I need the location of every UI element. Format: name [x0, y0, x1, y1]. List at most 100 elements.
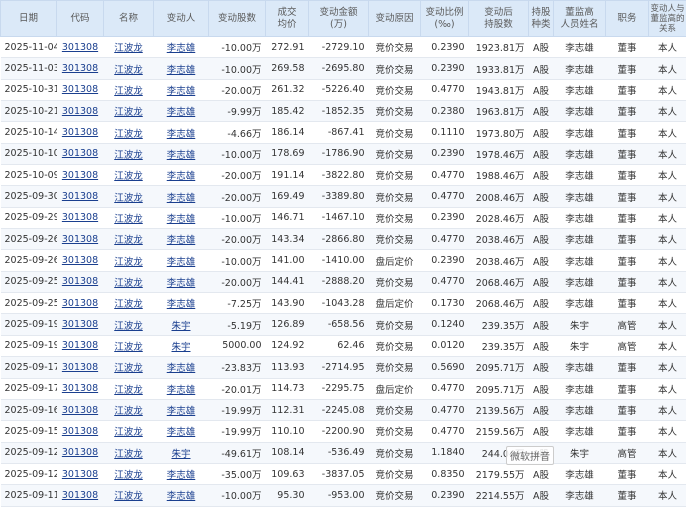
- person-link[interactable]: 朱宇: [171, 321, 190, 332]
- col-header-reason[interactable]: 变动原因: [369, 1, 421, 37]
- stock-code-link[interactable]: 301308: [62, 212, 98, 223]
- col-header-position[interactable]: 职务: [606, 1, 649, 37]
- person-link[interactable]: 朱宇: [171, 449, 190, 460]
- person-link[interactable]: 李志雄: [167, 470, 196, 481]
- price-cell: 141.00: [266, 250, 309, 271]
- stock-name-link[interactable]: 江波龙: [114, 65, 143, 76]
- col-header-date[interactable]: 日期: [1, 1, 57, 37]
- stock-code-link[interactable]: 301308: [62, 106, 98, 117]
- stock-code-link[interactable]: 301308: [62, 298, 98, 309]
- person-cell: 李志雄: [154, 421, 209, 442]
- person-link[interactable]: 李志雄: [167, 193, 196, 204]
- stock-code-link[interactable]: 301308: [62, 255, 98, 266]
- stock-code-link[interactable]: 301308: [62, 340, 98, 351]
- col-header-amount[interactable]: 变动金额 (万): [309, 1, 369, 37]
- stock-name-link[interactable]: 江波龙: [114, 171, 143, 182]
- person-link[interactable]: 李志雄: [167, 299, 196, 310]
- stock-code-link[interactable]: 301308: [62, 383, 98, 394]
- holding-cell: 2095.71万: [469, 378, 529, 399]
- person-link[interactable]: 李志雄: [167, 385, 196, 396]
- stock-code-link[interactable]: 301308: [62, 127, 98, 138]
- person-link[interactable]: 李志雄: [167, 278, 196, 289]
- person-link[interactable]: 李志雄: [167, 171, 196, 182]
- stock-code-link[interactable]: 301308: [62, 63, 98, 74]
- stock-code-link[interactable]: 301308: [62, 84, 98, 95]
- person-link[interactable]: 李志雄: [167, 65, 196, 76]
- person-link[interactable]: 李志雄: [167, 427, 196, 438]
- relation-cell: 本人: [649, 37, 686, 58]
- stock-name-link[interactable]: 江波龙: [114, 491, 143, 502]
- date-cell: 2025-09-16: [1, 399, 57, 420]
- stock-code-link[interactable]: 301308: [62, 447, 98, 458]
- position-cell: 高管: [606, 314, 649, 335]
- stock-name-link[interactable]: 江波龙: [114, 385, 143, 396]
- stock-name-link[interactable]: 江波龙: [114, 299, 143, 310]
- person-link[interactable]: 李志雄: [167, 86, 196, 97]
- stock-code-link[interactable]: 301308: [62, 170, 98, 181]
- stock-name-link[interactable]: 江波龙: [114, 406, 143, 417]
- col-header-relation[interactable]: 变动人与 董监高的 关系: [649, 1, 686, 37]
- stock-name-link[interactable]: 江波龙: [114, 214, 143, 225]
- reason-cell: 竞价交易: [369, 207, 421, 228]
- stock-name-link[interactable]: 江波龙: [114, 470, 143, 481]
- stock-code-link[interactable]: 301308: [62, 426, 98, 437]
- col-header-ratio[interactable]: 变动比例 (‰): [421, 1, 469, 37]
- col-header-shares[interactable]: 变动股数: [209, 1, 266, 37]
- exec-cell: 李志雄: [554, 143, 606, 164]
- person-link[interactable]: 李志雄: [167, 43, 196, 54]
- stock-name-link[interactable]: 江波龙: [114, 321, 143, 332]
- stock-name-link[interactable]: 江波龙: [114, 257, 143, 268]
- stock-code-link[interactable]: 301308: [62, 234, 98, 245]
- exec-cell: 李志雄: [554, 186, 606, 207]
- person-cell: 李志雄: [154, 378, 209, 399]
- stock-code-link[interactable]: 301308: [62, 362, 98, 373]
- stock-code-link[interactable]: 301308: [62, 405, 98, 416]
- stock-name-link[interactable]: 江波龙: [114, 129, 143, 140]
- stock-code-link[interactable]: 301308: [62, 148, 98, 159]
- person-link[interactable]: 李志雄: [167, 235, 196, 246]
- exec-cell: 李志雄: [554, 271, 606, 292]
- person-link[interactable]: 李志雄: [167, 129, 196, 140]
- col-header-exec[interactable]: 董监高 人员姓名: [554, 1, 606, 37]
- shares-cell: -5.19万: [209, 314, 266, 335]
- person-link[interactable]: 李志雄: [167, 214, 196, 225]
- stock-name-link[interactable]: 江波龙: [114, 278, 143, 289]
- stock-name-link[interactable]: 江波龙: [114, 193, 143, 204]
- stock-code-link[interactable]: 301308: [62, 490, 98, 501]
- col-header-holding[interactable]: 变动后 持股数: [469, 1, 529, 37]
- stock-code-link[interactable]: 301308: [62, 469, 98, 480]
- stock-name-link[interactable]: 江波龙: [114, 449, 143, 460]
- col-header-name[interactable]: 名称: [104, 1, 154, 37]
- person-cell: 李志雄: [154, 229, 209, 250]
- exec-cell: 朱宇: [554, 442, 606, 463]
- col-header-price[interactable]: 成交 均价: [266, 1, 309, 37]
- person-link[interactable]: 李志雄: [167, 406, 196, 417]
- stock-code-link[interactable]: 301308: [62, 276, 98, 287]
- col-header-code[interactable]: 代码: [57, 1, 104, 37]
- person-link[interactable]: 李志雄: [167, 150, 196, 161]
- col-header-type[interactable]: 持股 种类: [529, 1, 554, 37]
- stock-name-link[interactable]: 江波龙: [114, 235, 143, 246]
- stock-name-link[interactable]: 江波龙: [114, 86, 143, 97]
- reason-cell: 竞价交易: [369, 271, 421, 292]
- stock-code-link[interactable]: 301308: [62, 319, 98, 330]
- person-link[interactable]: 李志雄: [167, 491, 196, 502]
- table-row: 2025-09-25301308江波龙李志雄-20.00万144.41-2888…: [1, 271, 686, 292]
- person-link[interactable]: 李志雄: [167, 257, 196, 268]
- stock-code-cell: 301308: [57, 335, 104, 356]
- position-cell: 董事: [606, 207, 649, 228]
- shares-cell: -9.99万: [209, 101, 266, 122]
- col-header-person[interactable]: 变动人: [154, 1, 209, 37]
- person-link[interactable]: 李志雄: [167, 107, 196, 118]
- stock-name-link[interactable]: 江波龙: [114, 363, 143, 374]
- stock-code-link[interactable]: 301308: [62, 42, 98, 53]
- stock-name-link[interactable]: 江波龙: [114, 342, 143, 353]
- stock-name-link[interactable]: 江波龙: [114, 43, 143, 54]
- table-row: 2025-09-12301308江波龙李志雄-35.00万109.63-3837…: [1, 463, 686, 484]
- stock-code-link[interactable]: 301308: [62, 191, 98, 202]
- person-link[interactable]: 李志雄: [167, 363, 196, 374]
- stock-name-link[interactable]: 江波龙: [114, 150, 143, 161]
- stock-name-link[interactable]: 江波龙: [114, 107, 143, 118]
- person-link[interactable]: 朱宇: [171, 342, 190, 353]
- stock-name-link[interactable]: 江波龙: [114, 427, 143, 438]
